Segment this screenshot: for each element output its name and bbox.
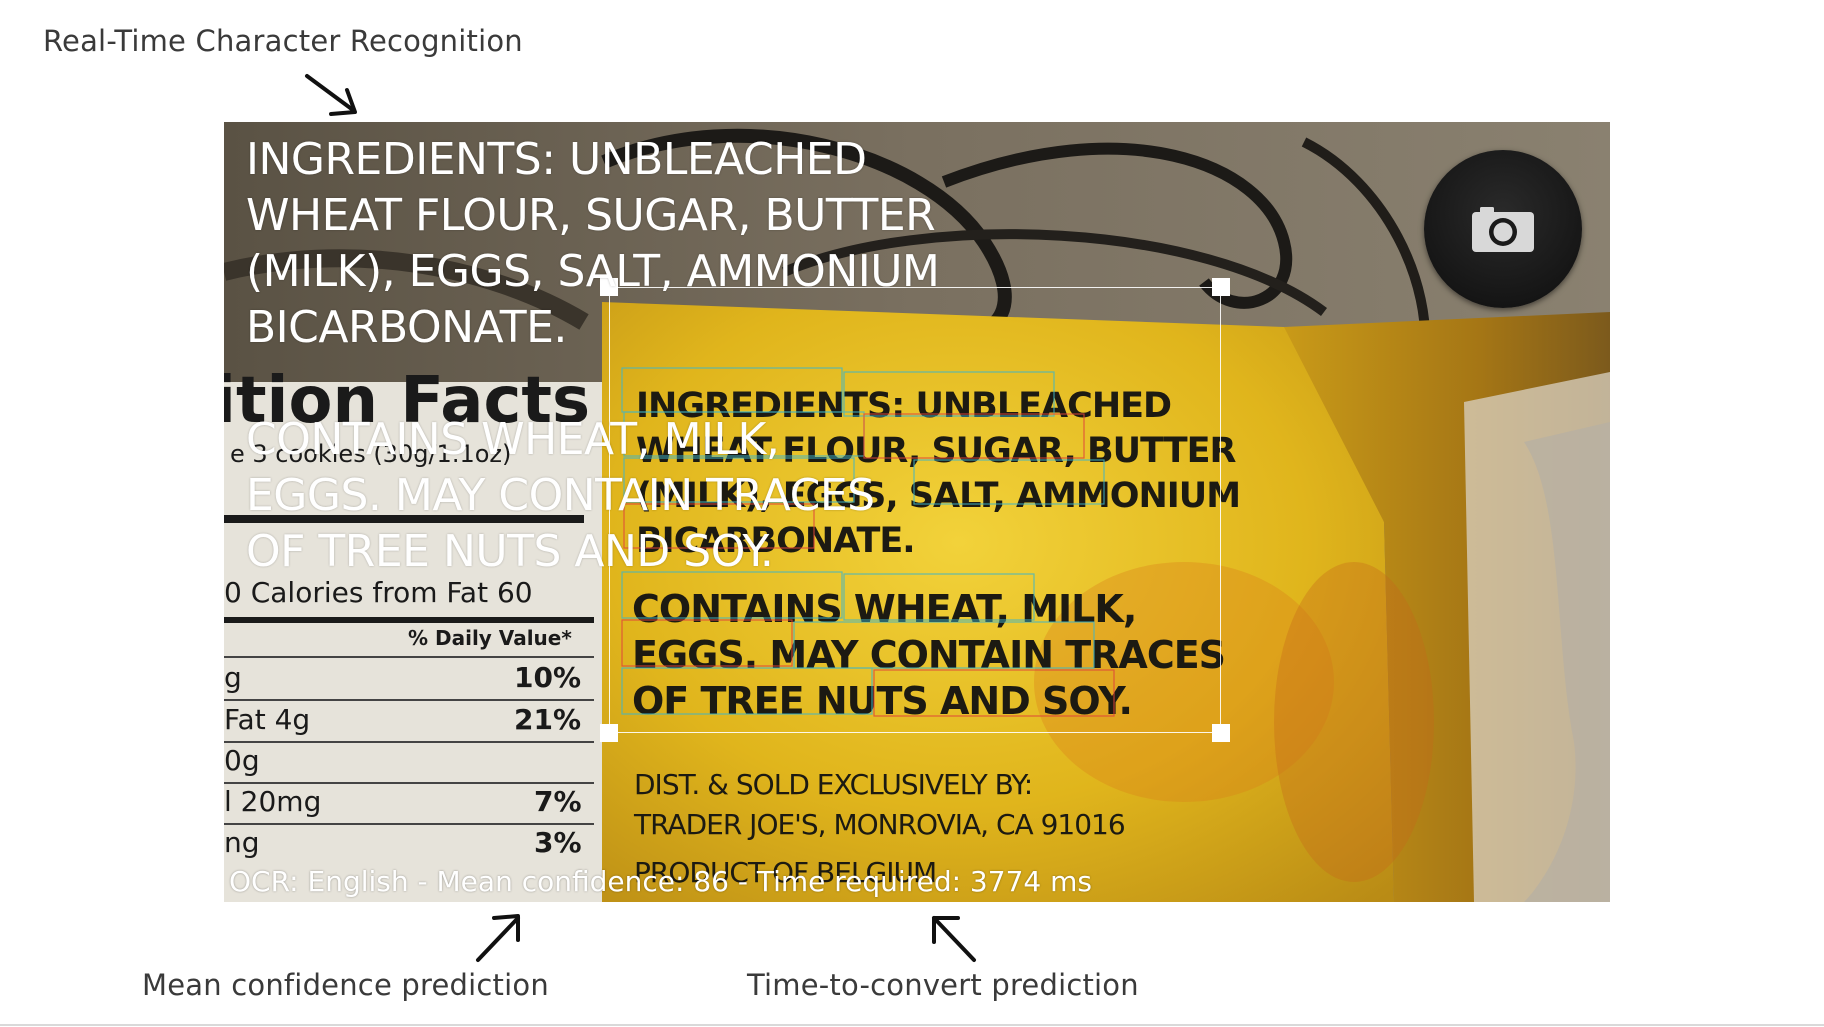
nutrition-value: 3% [534, 826, 582, 859]
nutrition-value: 10% [514, 661, 581, 694]
nutrition-value: 21% [514, 703, 581, 736]
label-distributor-line: TRADER JOE'S, MONROVIA, CA 91016 [633, 808, 1125, 841]
nutrition-row: l 20mg [224, 785, 321, 818]
camera-preview[interactable]: ition Facts e 3 cookies (30g/1.1oz) 0 Ca… [224, 122, 1610, 902]
annotation-mean-confidence: Mean confidence prediction [142, 968, 549, 1002]
crop-handle-bottom-left[interactable] [600, 724, 618, 742]
arrow-down-right-icon [305, 74, 357, 116]
label-distributor-line: DIST. & SOLD EXCLUSIVELY BY: [634, 768, 1032, 801]
nutrition-row: g [224, 661, 242, 694]
ocr-status-line: OCR: English - Mean confidence: 86 - Tim… [229, 865, 1092, 898]
nutrition-row: Fat 4g [224, 703, 310, 736]
ocr-result-paragraph: INGREDIENTS: UNBLEACHED WHEAT FLOUR, SUG… [246, 134, 940, 353]
arrow-up-left-icon [932, 916, 976, 962]
divider [0, 1024, 1824, 1026]
nutrition-row: 0 Calories from Fat 60 [224, 576, 533, 609]
nutrition-row: % Daily Value* [408, 626, 572, 650]
camera-icon [1472, 207, 1534, 252]
ocr-result-text: INGREDIENTS: UNBLEACHED WHEAT FLOUR, SUG… [246, 132, 1006, 580]
crop-handle-top-right[interactable] [1212, 278, 1230, 296]
nutrition-row: ng [224, 826, 260, 859]
screenshot-canvas: Real-Time Character Recognition ition Fa… [0, 0, 1824, 1027]
capture-button[interactable] [1424, 150, 1582, 308]
annotation-time-to-convert: Time-to-convert prediction [747, 968, 1139, 1002]
arrow-up-right-icon [476, 914, 520, 962]
ocr-result-paragraph: CONTAINS WHEAT, MILK, EGGS. MAY CONTAIN … [246, 414, 875, 577]
annotation-realtime-recognition: Real-Time Character Recognition [43, 24, 523, 58]
nutrition-value: 7% [534, 785, 582, 818]
crop-handle-bottom-right[interactable] [1212, 724, 1230, 742]
nutrition-row: 0g [224, 744, 260, 777]
